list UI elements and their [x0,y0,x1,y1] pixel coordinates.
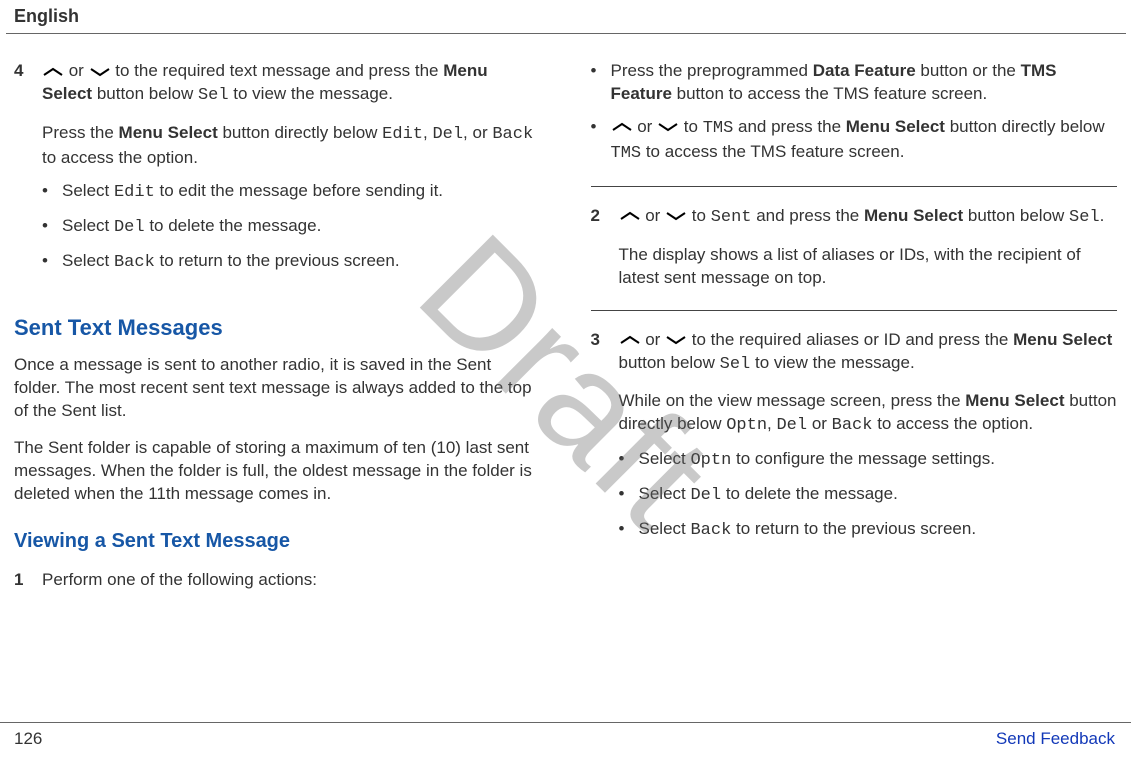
bullet-dot: • [591,60,611,106]
step2-para2: The display shows a list of aliases or I… [619,244,1118,290]
page-header: English [0,0,1131,33]
column-rule [591,186,1118,187]
list-item: • Select Del to delete the message. [619,483,1118,508]
down-arrow-icon [89,60,111,83]
step-1: 1 Perform one of the following actions: [14,569,541,592]
para-sent-folder-intro: Once a message is sent to another radio,… [14,354,541,423]
bullet-dot: • [619,448,639,473]
list-item: • Select Edit to edit the message before… [42,180,541,205]
step1-text: Perform one of the following actions: [42,569,541,592]
bullet-dot: • [42,215,62,240]
up-arrow-icon [619,205,641,228]
para-sent-folder-capacity: The Sent folder is capable of storing a … [14,437,541,506]
bullet-dot: • [619,518,639,543]
down-arrow-icon [657,116,679,139]
page-number: 126 [14,729,42,749]
step-number: 3 [591,329,619,554]
bullet-dot: • [42,250,62,275]
bullet-dot: • [619,483,639,508]
down-arrow-icon [665,329,687,352]
language-label: English [14,6,79,26]
bullet-dot: • [591,116,611,166]
step2-para1: or to Sent and press the Menu Select but… [619,205,1118,230]
step-number: 4 [14,60,42,285]
step4-para1: or to the required text message and pres… [42,60,541,108]
section-heading-sent-text-messages: Sent Text Messages [14,313,541,343]
up-arrow-icon [619,329,641,352]
list-item: • Press the preprogrammed Data Feature b… [591,60,1118,106]
column-rule [591,310,1118,311]
step3-para1: or to the required aliases or ID and pre… [619,329,1118,377]
right-column: • Press the preprogrammed Data Feature b… [591,60,1118,602]
step-3: 3 or to the required aliases or ID and p… [591,329,1118,554]
list-item: • Select Optn to configure the message s… [619,448,1118,473]
section-heading-viewing-sent: Viewing a Sent Text Message [14,528,541,555]
down-arrow-icon [665,205,687,228]
list-item: • Select Del to delete the message. [42,215,541,240]
bullet-dot: • [42,180,62,205]
step-number: 1 [14,569,42,592]
step-2: 2 or to Sent and press the Menu Select b… [591,205,1118,290]
step-number: 2 [591,205,619,290]
step4-para2: Press the Menu Select button directly be… [42,122,541,170]
step3-para2: While on the view message screen, press … [619,390,1118,438]
up-arrow-icon [611,116,633,139]
list-item: • Select Back to return to the previous … [619,518,1118,543]
list-item: • Select Back to return to the previous … [42,250,541,275]
send-feedback-link[interactable]: Send Feedback [996,729,1115,749]
left-column: 4 or to the required text message and pr… [14,60,541,602]
up-arrow-icon [42,60,64,83]
list-item: • or to TMS and press the Menu Select bu… [591,116,1118,166]
step-4: 4 or to the required text message and pr… [14,60,541,285]
